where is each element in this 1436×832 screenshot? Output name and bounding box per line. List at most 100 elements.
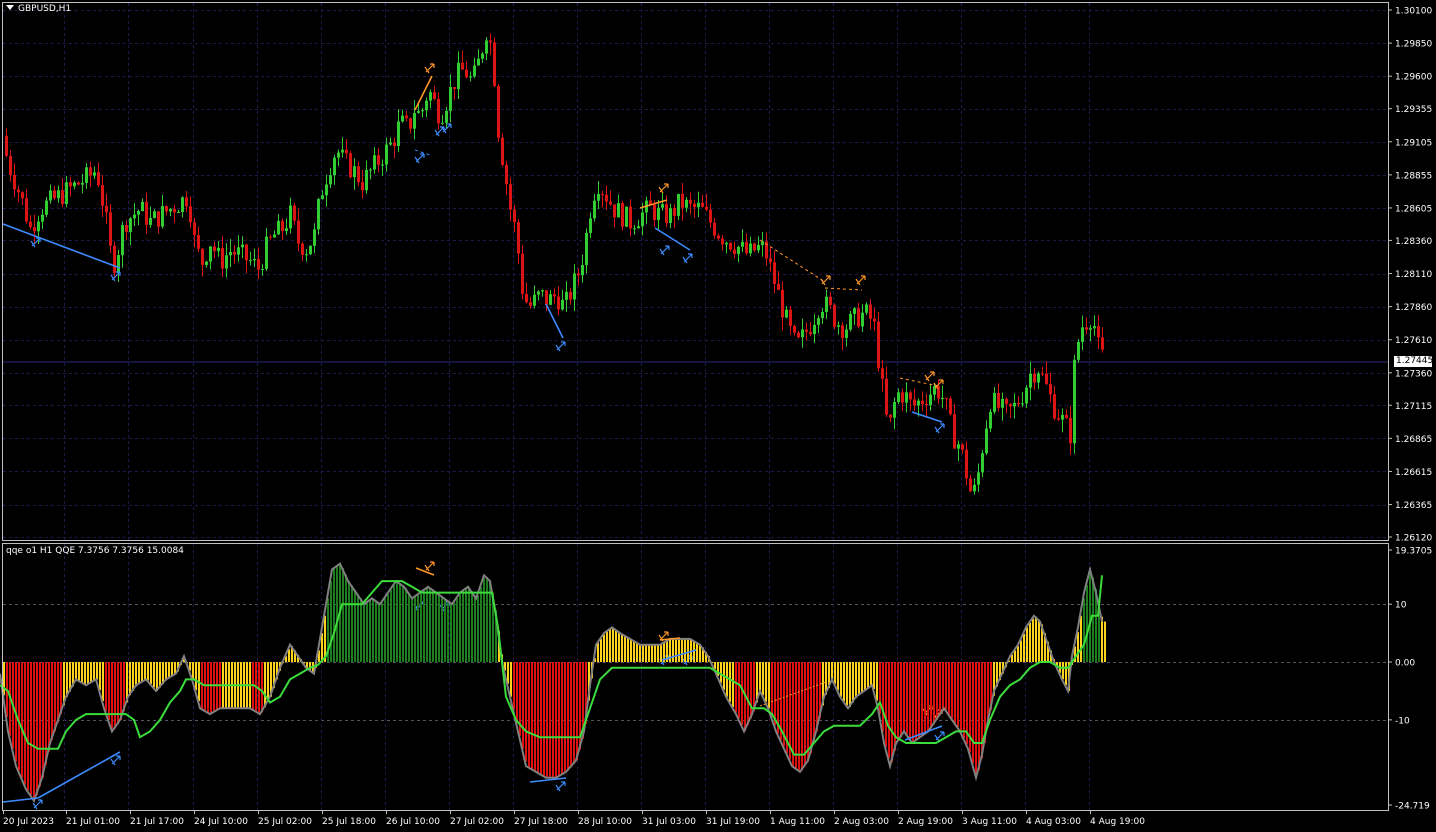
candle-body — [13, 174, 16, 190]
qqe-histogram-bar — [420, 592, 422, 663]
candle-body — [917, 400, 920, 406]
candle-body — [273, 234, 276, 238]
qqe-histogram-bar — [558, 662, 560, 777]
candle-body — [617, 203, 620, 218]
qqe-histogram-bar — [90, 662, 92, 683]
candle-body — [457, 62, 460, 90]
candle-body — [677, 193, 680, 216]
qqe-histogram-bar — [735, 662, 737, 713]
candle-body — [193, 222, 196, 236]
qqe-histogram-bar — [597, 643, 599, 663]
price-tick-label: 1.27610 — [1395, 336, 1432, 346]
qqe-histogram-bar — [390, 589, 392, 663]
candle-body — [321, 195, 324, 200]
qqe-histogram-bar — [456, 598, 458, 663]
candle-body — [729, 242, 732, 250]
candle-body — [429, 92, 432, 101]
qqe-histogram-bar — [474, 595, 476, 663]
qqe-histogram-bar — [1083, 598, 1085, 663]
bearish-arrow-icon — [658, 183, 669, 194]
candle-body — [753, 243, 756, 251]
qqe-histogram-bar — [843, 662, 845, 702]
qqe-histogram-bar — [954, 662, 956, 723]
qqe-histogram-bar — [393, 585, 395, 663]
qqe-histogram-bar — [624, 635, 626, 663]
candle-body — [789, 309, 792, 326]
candle-body — [425, 100, 428, 111]
qqe-histogram-bar — [1035, 616, 1037, 663]
candle-body — [769, 258, 772, 263]
qqe-histogram-bar — [1080, 615, 1082, 663]
candle-body — [693, 203, 696, 208]
candle-body — [1001, 398, 1004, 408]
qqe-histogram-bar — [834, 662, 836, 684]
candle-body — [653, 204, 656, 221]
indicator-tick-label: 0.00 — [1395, 659, 1415, 669]
qqe-histogram-bar — [684, 638, 686, 663]
qqe-histogram-bar — [480, 586, 482, 663]
qqe-histogram-bar — [738, 662, 740, 719]
qqe-histogram-bar — [891, 662, 893, 763]
price-tick-label: 1.26865 — [1395, 435, 1432, 445]
candle-body — [577, 273, 580, 276]
qqe-histogram-bar — [837, 662, 839, 691]
qqe-histogram-bar — [747, 662, 749, 725]
qqe-histogram-bar — [1032, 618, 1034, 663]
candle-body — [605, 194, 608, 202]
qqe-histogram-bar — [552, 662, 554, 778]
qqe-histogram-bar — [135, 662, 137, 687]
qqe-histogram-bar — [372, 598, 374, 663]
candle-body — [9, 155, 12, 175]
qqe-histogram-bar — [381, 602, 383, 663]
qqe-histogram-bar — [546, 662, 548, 778]
price-tick-label: 1.29850 — [1395, 40, 1432, 50]
candle-body — [421, 110, 424, 112]
qqe-histogram-bar — [525, 662, 527, 762]
candle-body — [969, 478, 972, 492]
qqe-histogram-bar — [564, 662, 566, 774]
candle-body — [477, 58, 480, 66]
candle-body — [409, 118, 412, 129]
candle-body — [945, 398, 948, 400]
candle-body — [253, 258, 256, 261]
candle-body — [445, 110, 448, 123]
qqe-histogram-bar — [159, 662, 161, 688]
qqe-histogram-bar — [105, 662, 107, 712]
bullish-arrow-icon — [555, 341, 566, 352]
dropdown-triangle-icon[interactable] — [6, 5, 14, 10]
qqe-histogram-bar — [726, 662, 728, 697]
qqe-histogram-bar — [1038, 619, 1040, 663]
candle-body — [1077, 342, 1080, 360]
bullish-arrow-icon — [682, 253, 693, 264]
candle-body — [829, 296, 832, 305]
qqe-histogram-bar — [261, 662, 263, 713]
candle-body — [173, 208, 176, 213]
candle-body — [893, 402, 896, 418]
trading-chart[interactable]: 1.30100 1.29850 1.29600 1.29355 1.29105 1.288… — [0, 0, 1436, 832]
price-tick-label: 1.30100 — [1395, 7, 1432, 17]
qqe-histogram-bar — [468, 586, 470, 663]
candle-body — [201, 248, 204, 265]
qqe-histogram-bar — [855, 662, 857, 699]
candle-body — [877, 321, 880, 369]
price-tick-label: 1.28605 — [1395, 204, 1432, 214]
bullish-divergence-line — [2, 223, 121, 269]
candle-body — [889, 414, 892, 418]
qqe-histogram-bar — [195, 662, 197, 691]
qqe-histogram-bar — [444, 598, 446, 663]
candle-body — [65, 182, 68, 205]
candle-body — [269, 236, 272, 238]
time-tick-label: 27 Jul 18:00 — [514, 817, 568, 827]
candle-body — [773, 262, 776, 284]
price-tick-label: 1.28110 — [1395, 270, 1432, 280]
qqe-histogram-bar — [465, 589, 467, 663]
qqe-histogram-bar — [873, 662, 875, 690]
time-tick-label: 2 Aug 03:00 — [834, 817, 889, 827]
qqe-histogram-bar — [876, 662, 878, 701]
candle-body — [825, 296, 828, 313]
chart-symbol-title[interactable]: GBPUSD,H1 — [6, 4, 71, 15]
qqe-histogram-bar — [1077, 632, 1079, 663]
candle-body — [553, 294, 556, 297]
candle-body — [301, 243, 304, 255]
candle-body — [213, 246, 216, 252]
